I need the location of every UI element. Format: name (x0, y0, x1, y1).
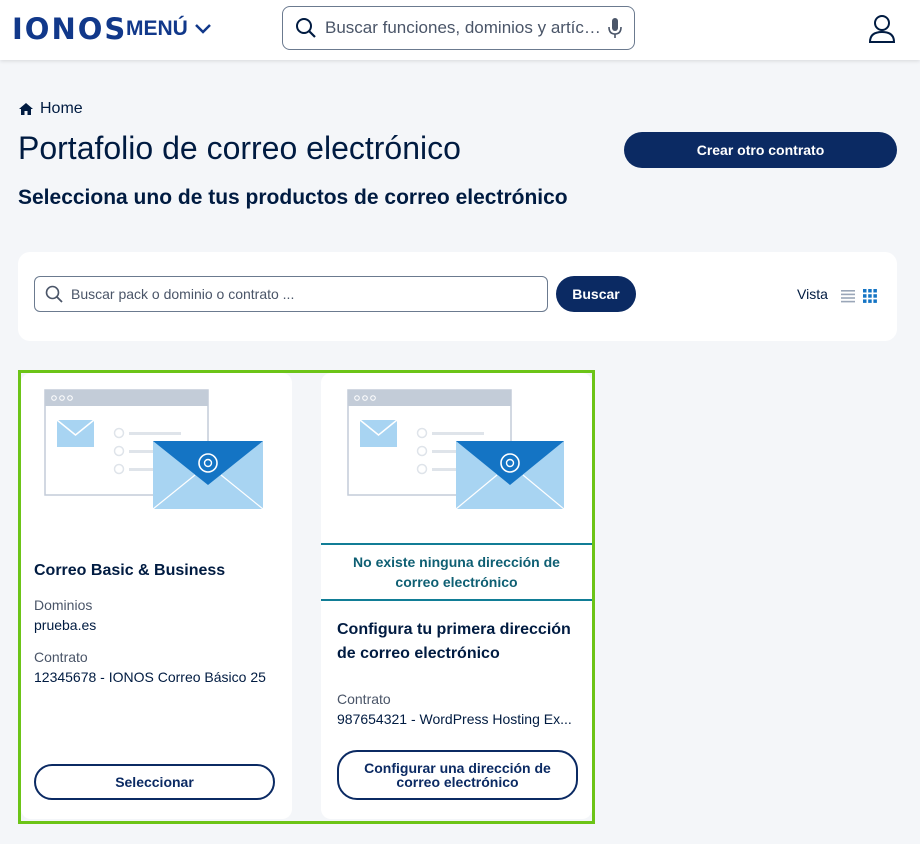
menu-button[interactable]: MENÚ (126, 16, 212, 42)
search-icon (296, 18, 316, 38)
view-label: Vista (797, 286, 828, 302)
search-icon (45, 285, 63, 303)
contract-label: Contrato (337, 691, 391, 707)
card-title: Correo Basic & Business (34, 562, 226, 579)
email-illustration-icon (44, 389, 264, 510)
user-account-icon[interactable] (868, 14, 896, 44)
contract-value: 987654321 - WordPress Hosting Ex... (337, 711, 572, 727)
contract-search-input[interactable]: Buscar pack o dominio o contrato ... (34, 276, 548, 312)
microphone-icon[interactable] (608, 16, 622, 40)
search-button[interactable]: Buscar (556, 276, 636, 312)
configure-email-button[interactable]: Configurar una dirección de correo elect… (337, 750, 578, 800)
product-card-basic-business[interactable]: Correo Basic & Business Dominios prueba.… (21, 373, 292, 819)
list-view-icon[interactable] (841, 289, 855, 303)
contract-value: 12345678 - IONOS Correo Básico 25 (34, 669, 266, 685)
grid-view-icon[interactable] (863, 289, 877, 303)
chevron-down-icon (194, 24, 211, 34)
product-card-setup-email[interactable]: No existe ninguna dirección de correo el… (321, 373, 592, 819)
no-email-notice: No existe ninguna dirección de correo el… (321, 543, 592, 601)
menu-label: MENÚ (126, 17, 188, 40)
create-contract-button[interactable]: Crear otro contrato (624, 132, 897, 168)
ionos-logo[interactable]: IONOS (12, 12, 127, 46)
card-title: Configura tu primera dirección de correo… (337, 621, 571, 662)
contract-search-placeholder: Buscar pack o dominio o contrato ... (71, 286, 295, 302)
breadcrumb: Home (18, 100, 83, 118)
select-button[interactable]: Seleccionar (34, 764, 275, 800)
top-bar: IONOS MENÚ Buscar funciones, dominios y … (0, 0, 920, 60)
global-search-input[interactable]: Buscar funciones, dominios y artículos (282, 6, 635, 50)
page-title: Portafolio de correo electrónico (18, 130, 461, 166)
email-illustration-icon (347, 389, 564, 510)
home-icon (19, 103, 33, 115)
domains-value: prueba.es (34, 617, 97, 633)
breadcrumb-home-link[interactable]: Home (40, 100, 83, 118)
global-search-placeholder: Buscar funciones, dominios y artículos (325, 18, 608, 37)
page-subtitle: Selecciona uno de tus productos de corre… (18, 186, 568, 209)
domains-label: Dominios (34, 597, 93, 613)
contract-label: Contrato (34, 649, 88, 665)
filter-panel: Buscar pack o dominio o contrato ... Bus… (18, 252, 897, 341)
